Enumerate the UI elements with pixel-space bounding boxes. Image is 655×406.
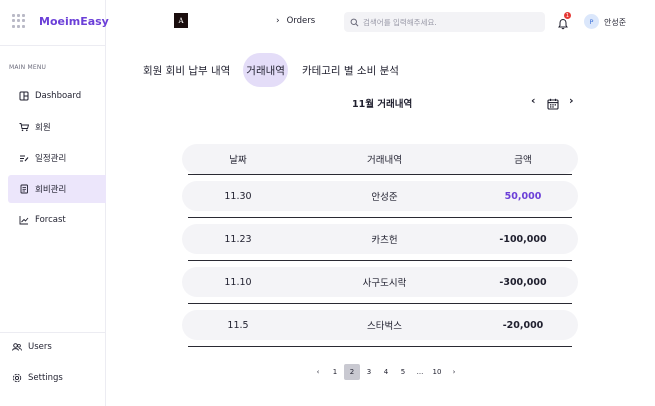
cart-icon	[19, 122, 29, 132]
search-icon	[350, 18, 359, 26]
page-button-5[interactable]: 5	[395, 364, 411, 380]
sidebar-item-members[interactable]: 회원	[8, 113, 106, 141]
sidebar-item-label: Forcast	[35, 215, 66, 225]
notification-badge: 1	[564, 12, 571, 19]
menu-caption: MAIN MENU	[9, 64, 47, 71]
sidebar-divider	[0, 332, 106, 333]
cell-date: 11.5	[227, 319, 249, 331]
column-header-description: 거래내역	[367, 155, 402, 166]
gear-icon	[12, 373, 22, 383]
sidebar-item-label: 일정관리	[35, 154, 67, 164]
sidebar-item-dues[interactable]: 회비관리	[8, 175, 106, 203]
cell-date: 11.23	[224, 233, 252, 245]
pagination: ‹ 1 2 3 4 5 ... 10 ›	[310, 364, 463, 380]
table-row[interactable]: 11.5 스타벅스 -20,000	[182, 310, 578, 340]
column-header-date: 날짜	[229, 155, 247, 166]
app-name: MoeimEasy	[39, 14, 109, 28]
document-icon	[19, 184, 29, 194]
header-logo[interactable]: A	[174, 13, 188, 28]
sidebar-item-schedule[interactable]: 일정관리	[8, 144, 106, 172]
cell-amount: -100,000	[499, 233, 547, 245]
cell-description: 사구도시락	[362, 278, 407, 289]
sidebar-item-label: Settings	[28, 373, 63, 383]
bell-icon	[558, 18, 568, 30]
sidebar-item-users[interactable]: Users	[12, 342, 52, 352]
chart-icon	[19, 215, 29, 225]
avatar[interactable]: P	[584, 14, 599, 29]
page-ellipsis: ...	[416, 368, 424, 376]
cell-amount: 50,000	[504, 190, 542, 202]
user-name[interactable]: 안성준	[604, 17, 626, 28]
users-icon	[12, 342, 22, 352]
search-input[interactable]	[363, 17, 533, 27]
page-button-1[interactable]: 1	[327, 364, 343, 380]
cell-amount: -20,000	[502, 319, 544, 331]
page-button-3[interactable]: 3	[361, 364, 377, 380]
page-button-2[interactable]: 2	[344, 364, 360, 380]
notification-button[interactable]: 1	[557, 12, 571, 30]
sidebar-item-dashboard[interactable]: Dashboard	[8, 82, 106, 110]
transactions-table: 날짜 거래내역 금액 11.30 안성준 50,000 11.23 카츠헌 -1…	[182, 144, 578, 347]
column-header-amount: 금액	[514, 155, 532, 166]
sidebar-item-label: 회원	[35, 123, 51, 133]
dashboard-icon	[19, 91, 29, 101]
tab-member-dues[interactable]: 회원 회비 납부 내역	[143, 53, 230, 87]
cell-description: 카츠헌	[371, 235, 398, 246]
next-month-button[interactable]: ›	[569, 94, 574, 107]
brand[interactable]: MoeimEasy	[10, 11, 109, 31]
calendar-icon	[547, 98, 559, 110]
tab-bar: 회원 회비 납부 내역 거래내역 카테고리 별 소비 분석	[143, 53, 399, 87]
cell-description: 스타벅스	[367, 321, 402, 332]
sidebar-item-label: Users	[28, 342, 52, 352]
row-divider	[188, 346, 572, 347]
sidebar-item-label: Dashboard	[35, 91, 82, 101]
sidebar: MoeimEasy MAIN MENU Dashboard 회원 일정관리 회비…	[0, 0, 109, 406]
search-box	[344, 12, 545, 32]
app-logo-icon	[10, 12, 28, 30]
chevron-right-icon: ›	[569, 94, 574, 107]
chevron-left-icon: ‹	[531, 94, 536, 107]
tab-transactions[interactable]: 거래내역	[243, 53, 288, 87]
sidebar-item-label: 회비관리	[35, 185, 67, 195]
chevron-right-icon: ›	[276, 16, 280, 26]
month-title: 11월 거래내역	[352, 99, 413, 110]
page-button-4[interactable]: 4	[378, 364, 394, 380]
table-row[interactable]: 11.23 카츠헌 -100,000	[182, 224, 578, 254]
cell-amount: -300,000	[499, 276, 547, 288]
page-button-10[interactable]: 10	[429, 364, 445, 380]
sidebar-item-forcast[interactable]: Forcast	[8, 206, 106, 234]
table-header: 날짜 거래내역 금액	[182, 144, 578, 174]
cell-date: 11.30	[224, 190, 252, 202]
prev-page-button[interactable]: ‹	[310, 364, 326, 380]
cell-date: 11.10	[224, 276, 252, 288]
table-row[interactable]: 11.30 안성준 50,000	[182, 181, 578, 211]
sidebar-item-settings[interactable]: Settings	[12, 373, 63, 383]
breadcrumb-current[interactable]: Orders	[287, 16, 316, 26]
next-page-button[interactable]: ›	[446, 364, 462, 380]
cell-description: 안성준	[371, 192, 398, 203]
schedule-icon	[19, 153, 29, 163]
breadcrumb: › Orders	[276, 16, 315, 26]
calendar-button[interactable]	[547, 95, 559, 110]
sidebar-divider	[0, 45, 106, 46]
tab-category-analysis[interactable]: 카테고리 별 소비 분석	[302, 53, 399, 87]
table-row[interactable]: 11.10 사구도시락 -300,000	[182, 267, 578, 297]
sidebar-nav: Dashboard 회원 일정관리 회비관리 Forcast	[8, 82, 106, 237]
prev-month-button[interactable]: ‹	[531, 94, 536, 107]
